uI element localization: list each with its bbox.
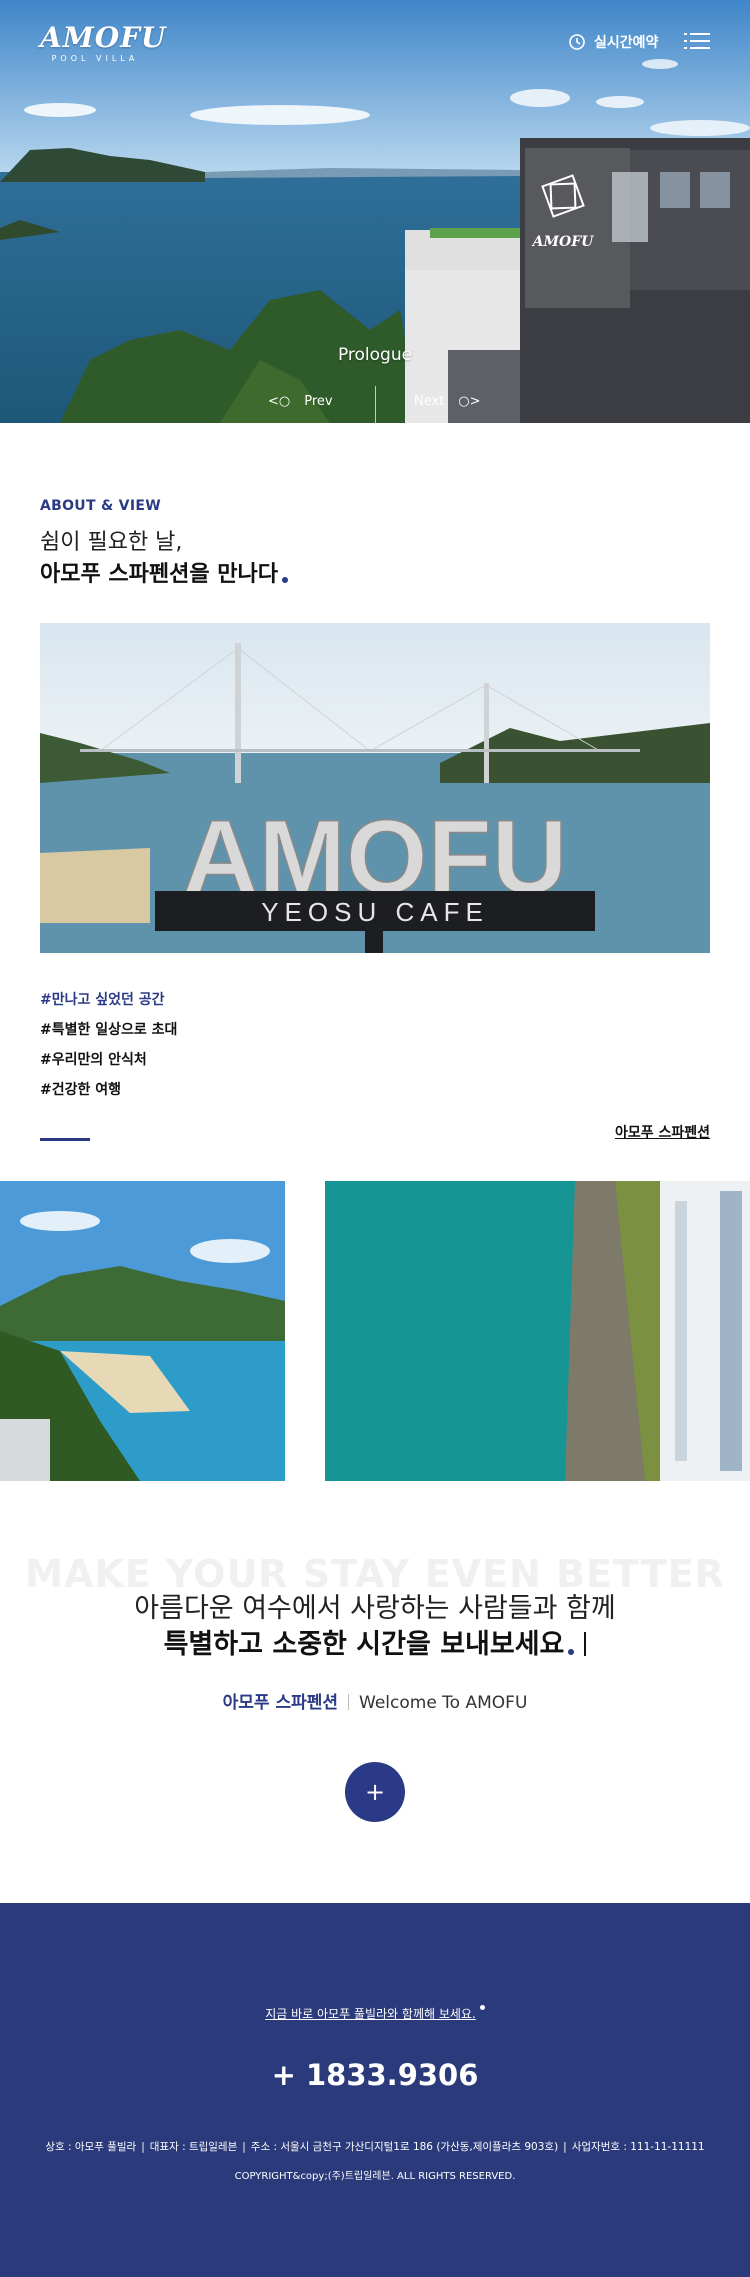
reservation-label: 실시간예약 — [594, 35, 659, 51]
hashtag-item: #만나고 싶었던 공간 — [40, 992, 165, 1008]
welcome-ko: 아모푸 스파펜션 — [222, 1693, 339, 1713]
clock-icon — [569, 34, 585, 50]
next-button[interactable]: Next ○> — [414, 394, 481, 409]
accent-dot — [568, 1649, 575, 1655]
welcome-en: Welcome To AMOFU — [359, 1693, 528, 1713]
pipe-divider: | — [242, 2141, 246, 2153]
amofu-pension-link[interactable]: 아모푸 스파펜션 — [600, 1122, 710, 1142]
biz-address: 주소 : 서울시 금천구 가산디지털1로 186 (가산동,제이플라츠 903호… — [250, 2141, 559, 2153]
section-eyebrow: ABOUT & VIEW — [40, 498, 161, 514]
prev-button[interactable]: <○ Prev — [268, 394, 333, 409]
accent-dot — [281, 577, 288, 583]
coast-photo — [0, 1181, 285, 1481]
sign-subtitle: YEOSU CAFE — [261, 897, 489, 927]
footer-cta[interactable]: 지금 바로 아모푸 풀빌라와 함께해 보세요. — [0, 2005, 750, 2022]
message-line2-text: 특별하고 소중한 시간을 보내보세요 — [163, 1629, 565, 1660]
logo-wordmark: AMOFU — [40, 21, 167, 54]
divider — [348, 1694, 350, 1710]
slider-divider — [375, 386, 376, 423]
hamburger-icon[interactable] — [684, 33, 710, 51]
hero-banner: AMOFU AMOFU POOL VILLA 실시간예약 Prologue <○… — [0, 0, 750, 423]
biz-name: 상호 : 아모푸 풀빌라 — [45, 2141, 137, 2153]
prev-label: Prev — [304, 394, 333, 409]
message-line1: 아름다운 여수에서 사랑하는 사람들과 함께 — [134, 1593, 616, 1624]
typing-cursor — [584, 1632, 587, 1656]
about-heading-line2: 아모푸 스파펜션을 만나다 — [40, 556, 288, 588]
logo-subtitle: POOL VILLA — [51, 54, 139, 63]
slide-title: Prologue — [337, 345, 413, 365]
pipe-divider: | — [563, 2141, 567, 2153]
cta-text: 지금 바로 아모푸 풀빌라와 함께해 보세요. — [265, 2007, 476, 2021]
amofu-sign-photo: AMOFU YEOSU CAFE — [40, 623, 710, 953]
message-line2: 특별하고 소중한 시간을 보내보세요 — [0, 1622, 750, 1661]
footer: 지금 바로 아모푸 풀빌라와 함께해 보세요. + 1833.9306 상호 :… — [0, 1903, 750, 2277]
about-heading-text: 아모푸 스파펜션을 만나다 — [40, 562, 278, 587]
pipe-divider: | — [141, 2141, 145, 2153]
about-heading-line1: 쉼이 필요한 날, — [40, 530, 183, 555]
phone-number[interactable]: + 1833.9306 — [0, 2058, 750, 2092]
copyright: COPYRIGHT&copy;(주)트립일레븐. ALL RIGHTS RESE… — [234, 2171, 516, 2182]
arrow-right-icon: ○> — [458, 394, 481, 409]
welcome-line: 아모푸 스파펜션 Welcome To AMOFU — [0, 1688, 750, 1713]
business-info: 상호 : 아모푸 풀빌라 | 대표자 : 트립일레븐 | 주소 : 서울시 금천구 가산… — [0, 2139, 750, 2154]
realtime-reservation-link[interactable]: 실시간예약 — [568, 32, 658, 52]
biz-number: 사업자번호 : 111-11-11111 — [571, 2141, 705, 2153]
plus-button[interactable]: + — [345, 1762, 405, 1822]
hashtag-list: #만나고 싶었던 공간 #특별한 일상으로 초대 #우리만의 안식처 #건강한 … — [40, 990, 177, 1110]
hashtag-item: #우리만의 안식처 — [40, 1052, 147, 1068]
arrow-left-icon: <○ — [268, 394, 291, 409]
next-label: Next — [414, 394, 445, 409]
logo[interactable]: AMOFU POOL VILLA — [40, 21, 167, 64]
biz-ceo: 대표자 : 트립일레븐 — [149, 2141, 238, 2153]
accent-rule — [40, 1138, 90, 1141]
hashtag-item: #건강한 여행 — [40, 1082, 122, 1098]
building-sign: AMOFU — [531, 234, 594, 250]
hashtag-item: #특별한 일상으로 초대 — [40, 1022, 178, 1038]
cta-dot — [479, 2005, 485, 2010]
aerial-sea-photo — [325, 1181, 750, 1481]
